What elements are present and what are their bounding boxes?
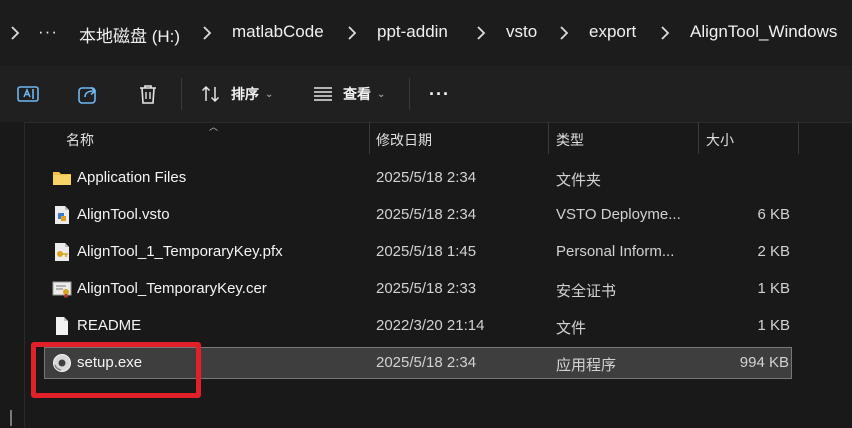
breadcrumb-overflow[interactable]: ··· (38, 22, 58, 42)
breadcrumb-item-vsto[interactable]: vsto (506, 22, 537, 42)
column-header-type[interactable]: 类型 (556, 130, 584, 150)
pane-divider[interactable] (24, 122, 25, 428)
file-type: VSTO Deployme... (556, 206, 681, 223)
file-type: 文件夹 (556, 172, 602, 189)
sort-label: 排序 (231, 86, 259, 102)
file-type: 文件 (556, 320, 587, 337)
file-modified: 2025/5/18 2:33 (376, 280, 477, 297)
address-bar[interactable]: ··· 本地磁盘 (H:) matlabCode ppt-addin vsto … (0, 0, 852, 66)
file-name: README (77, 317, 142, 334)
navigation-pane (0, 122, 24, 428)
column-header-size[interactable]: 大小 (706, 130, 734, 150)
breadcrumb-item-drive[interactable]: 本地磁盘 (H:) (79, 22, 180, 47)
file-modified: 2022/3/20 21:14 (376, 317, 485, 334)
file-icon (56, 317, 68, 335)
file-type: Personal Inform... (556, 243, 675, 260)
chevron-right-icon (477, 26, 486, 40)
delete-button[interactable] (136, 80, 160, 108)
file-row-readme[interactable]: README 2022/3/20 21:14 文件 1 KB (44, 310, 792, 342)
navigation-scrollbar[interactable] (10, 410, 12, 426)
file-name: AlignTool_1_TemporaryKey.pfx (77, 243, 283, 260)
file-size: 994 KB (739, 354, 789, 371)
chevron-right-icon (661, 26, 670, 40)
view-label: 查看 (343, 86, 371, 102)
chevron-down-icon: ⌄ (265, 88, 274, 100)
file-size: 1 KB (757, 280, 790, 297)
file-size: 2 KB (757, 243, 790, 260)
trash-icon (140, 85, 156, 104)
file-name: Application Files (77, 169, 187, 186)
view-button[interactable]: 查看 ⌄ (311, 80, 385, 108)
file-name: AlignTool_TemporaryKey.cer (77, 280, 267, 297)
folder-icon (53, 172, 71, 185)
column-divider[interactable] (369, 122, 370, 154)
command-bar: 排序 ⌄ 查看 ⌄ ··· (0, 66, 852, 123)
column-header-name[interactable]: 名称 (66, 130, 94, 150)
vsto-file-icon (55, 206, 69, 224)
rename-icon (17, 86, 39, 102)
share-icon (78, 86, 97, 104)
breadcrumb-item-matlabcode[interactable]: matlabCode (232, 22, 324, 42)
file-name: AlignTool.vsto (77, 206, 170, 223)
file-row-temporarykey-pfx[interactable]: AlignTool_1_TemporaryKey.pfx 2025/5/18 1… (44, 236, 792, 268)
chevron-right-icon (348, 26, 357, 40)
sort-button[interactable]: 排序 ⌄ (199, 80, 273, 108)
toolbar-separator (181, 78, 182, 110)
chevron-down-icon: ⌄ (377, 88, 386, 100)
chevron-right-icon[interactable] (8, 24, 22, 42)
toolbar-separator (409, 78, 410, 110)
chevron-right-icon (560, 26, 569, 40)
file-type: 安全证书 (556, 283, 617, 300)
breadcrumb-item-aligntool-windows[interactable]: AlignTool_Windows (690, 22, 837, 42)
chevron-right-icon (203, 26, 212, 40)
rename-button[interactable] (16, 80, 40, 108)
file-row-aligntool-vsto[interactable]: AlignTool.vsto 2025/5/18 2:34 VSTO Deplo… (44, 199, 792, 231)
column-divider[interactable] (698, 122, 699, 154)
more-options-button[interactable]: ··· (429, 80, 450, 108)
column-header-row: ︿ 名称 修改日期 类型 大小 (28, 122, 800, 156)
file-modified: 2025/5/18 2:34 (376, 354, 477, 371)
file-type: 应用程序 (556, 357, 617, 374)
file-size: 6 KB (757, 206, 790, 223)
annotation-highlight-box (31, 342, 201, 398)
file-row-temporarykey-cer[interactable]: AlignTool_TemporaryKey.cer 2025/5/18 2:3… (44, 273, 792, 305)
file-modified: 2025/5/18 2:34 (376, 169, 477, 186)
column-divider[interactable] (548, 122, 549, 154)
certificate-key-icon (55, 243, 69, 261)
file-modified: 2025/5/18 1:45 (376, 243, 477, 260)
sort-ascending-icon: ︿ (209, 122, 219, 132)
breadcrumb-item-export[interactable]: export (589, 22, 636, 42)
column-divider[interactable] (798, 122, 799, 154)
column-header-modified[interactable]: 修改日期 (376, 130, 432, 150)
file-row-application-files[interactable]: Application Files 2025/5/18 2:34 文件夹 (44, 162, 792, 194)
share-button[interactable] (76, 80, 100, 108)
breadcrumb-item-ppt-addin[interactable]: ppt-addin (377, 22, 448, 42)
file-size: 1 KB (757, 317, 790, 334)
certificate-icon (52, 281, 72, 298)
file-modified: 2025/5/18 2:34 (376, 206, 477, 223)
sort-icon (201, 85, 220, 103)
view-list-icon (314, 87, 332, 101)
